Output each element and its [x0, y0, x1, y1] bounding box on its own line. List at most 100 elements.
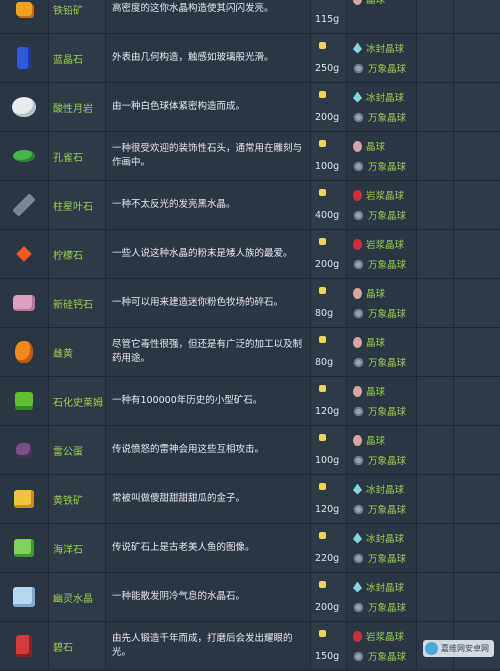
geode-source: 万象晶球 — [353, 109, 406, 125]
geode-ball-icon — [353, 288, 362, 299]
omni-geode-icon — [353, 406, 364, 417]
frozen-geode-icon — [353, 484, 362, 495]
omni-geode-icon — [353, 357, 364, 368]
coin-icon — [319, 238, 326, 245]
mineral-description: 常被叫做傻甜甜甜甜瓜的金子。 — [106, 475, 311, 523]
mineral-icon-cell — [0, 524, 49, 572]
geode-source: 晶球 — [353, 334, 385, 350]
table-row: 幽灵水晶一种能散发阴冷气息的水晶石。 200g 冰封晶球万象晶球 — [0, 573, 500, 622]
watermark-label: 嘉维网安卓网 — [441, 643, 489, 654]
coin-icon — [319, 483, 326, 490]
mineral-icon-cell — [0, 83, 49, 131]
geode-source-cell: 冰封晶球万象晶球 — [347, 475, 417, 523]
mineral-description: 传说愤怒的雷神会用这些互相攻击。 — [106, 426, 311, 474]
empty-cell — [417, 230, 500, 278]
coin-icon — [319, 385, 326, 392]
mineral-price-cell: 200g — [311, 573, 347, 621]
geode-source-label: 岩浆晶球 — [366, 188, 404, 202]
geode-source-label: 万象晶球 — [368, 600, 406, 614]
mineral-price-cell: 80g — [311, 328, 347, 376]
frozen-geode-icon — [353, 582, 362, 593]
geode-source-label: 万象晶球 — [368, 61, 406, 75]
omni-geode-icon — [353, 210, 364, 221]
mineral-price: 200g — [315, 602, 339, 613]
geode-source: 冰封晶球 — [353, 481, 404, 497]
geode-source-cell: 晶球万象晶球 — [347, 279, 417, 327]
geode-source: 万象晶球 — [353, 403, 406, 419]
geode-source-cell: 晶球万象晶球 — [347, 328, 417, 376]
table-row: 铁铅矿高密度的这你水晶构造使其闪闪发亮。115g晶球 — [0, 0, 500, 34]
mineral-name: 柱星叶石 — [49, 181, 106, 229]
geode-source: 冰封晶球 — [353, 530, 404, 546]
geode-source-label: 晶球 — [366, 433, 385, 447]
table-row: 雷公蛋传说愤怒的雷神会用这些互相攻击。100g晶球万象晶球 — [0, 426, 500, 475]
mineral-icon — [12, 193, 35, 216]
geode-source: 万象晶球 — [353, 60, 406, 76]
empty-cell — [417, 279, 500, 327]
geode-source: 晶球 — [353, 383, 385, 399]
mineral-description: 一些人说这种水晶的粉末是矮人族的最爱。 — [106, 230, 311, 278]
empty-cell — [417, 0, 500, 33]
mineral-price-cell: 80g — [311, 279, 347, 327]
geode-source-label: 万象晶球 — [368, 355, 406, 369]
table-row: 柱星叶石一种不太反光的发亮黑水晶。400g岩浆晶球万象晶球 — [0, 181, 500, 230]
geode-source-cell: 岩浆晶球万象晶球 — [347, 181, 417, 229]
coin-icon — [319, 287, 326, 294]
mineral-description: 尽管它毒性很强，但还是有广泛的加工以及制药用途。 — [106, 328, 311, 376]
empty-cell — [417, 524, 500, 572]
mineral-description: 一种能散发阴冷气息的水晶石。 — [106, 573, 311, 621]
coin-icon — [319, 532, 326, 539]
mineral-price-cell: 400g — [311, 181, 347, 229]
mineral-price-cell: 115g — [311, 0, 347, 33]
coin-icon — [319, 434, 326, 441]
mineral-icon — [14, 490, 34, 508]
geode-source-label: 岩浆晶球 — [366, 237, 404, 251]
geode-source: 万象晶球 — [353, 305, 406, 321]
geode-source-label: 冰封晶球 — [366, 482, 404, 496]
empty-cell — [417, 83, 500, 131]
geode-source-label: 万象晶球 — [368, 649, 406, 663]
mineral-price-cell: 120g — [311, 475, 347, 523]
mineral-price: 100g — [315, 161, 339, 172]
mineral-name: 酸性月岩 — [49, 83, 106, 131]
empty-cell — [417, 426, 500, 474]
geode-ball-icon — [353, 435, 362, 446]
mineral-description: 传说矿石上是古老美人鱼的图像。 — [106, 524, 311, 572]
mineral-price-cell: 120g — [311, 377, 347, 425]
coin-icon — [319, 581, 326, 588]
coin-icon — [319, 189, 326, 196]
mineral-icon-cell — [0, 0, 49, 33]
frozen-geode-icon — [353, 92, 362, 103]
mineral-name: 石化史莱姆 — [49, 377, 106, 425]
geode-source: 万象晶球 — [353, 648, 406, 664]
mineral-icon — [16, 246, 32, 262]
mineral-icon-cell — [0, 475, 49, 523]
table-row: 石化史莱姆一种有100000年历史的小型矿石。120g晶球万象晶球 — [0, 377, 500, 426]
geode-source: 岩浆晶球 — [353, 236, 404, 252]
mineral-icon-cell — [0, 34, 49, 82]
mineral-icon-cell — [0, 377, 49, 425]
watermark-logo-icon — [425, 642, 438, 655]
mineral-icon — [15, 392, 33, 410]
mineral-price-cell: 200g — [311, 83, 347, 131]
mineral-icon — [16, 2, 32, 16]
coin-icon — [319, 336, 326, 343]
table-row: 黄铁矿常被叫做傻甜甜甜甜瓜的金子。120g冰封晶球万象晶球 — [0, 475, 500, 524]
mineral-name: 新硅钙石 — [49, 279, 106, 327]
table-row: 柠檬石一些人说这种水晶的粉末是矮人族的最爱。200g岩浆晶球万象晶球 — [0, 230, 500, 279]
geode-source: 万象晶球 — [353, 158, 406, 174]
coin-icon — [319, 140, 326, 147]
mineral-icon — [13, 150, 35, 162]
mineral-name: 海洋石 — [49, 524, 106, 572]
mineral-icon — [17, 47, 31, 69]
mineral-name: 幽灵水晶 — [49, 573, 106, 621]
mineral-price: 400g — [315, 210, 339, 221]
geode-source-label: 冰封晶球 — [366, 41, 404, 55]
coin-icon — [319, 91, 326, 98]
geode-source-label: 万象晶球 — [368, 257, 406, 271]
geode-source-label: 万象晶球 — [368, 453, 406, 467]
empty-cell — [417, 475, 500, 523]
mineral-price: 150g — [315, 651, 339, 662]
geode-source: 冰封晶球 — [353, 579, 404, 595]
mineral-price-cell: 200g — [311, 230, 347, 278]
